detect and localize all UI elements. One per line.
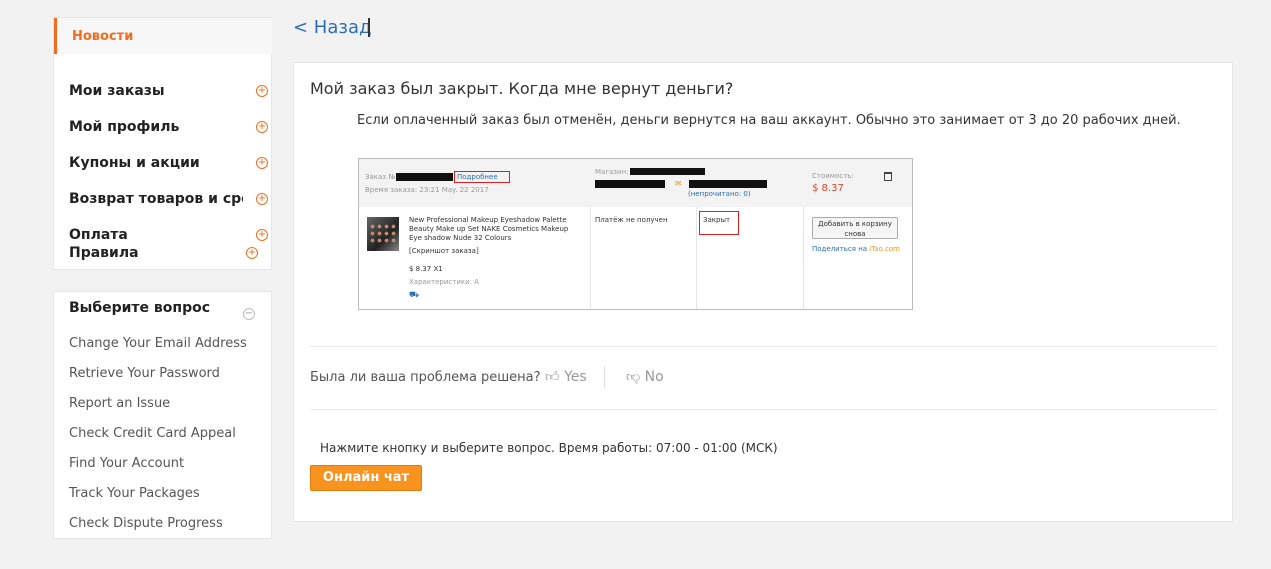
question-link[interactable]: Check Credit Card Appeal bbox=[69, 426, 236, 441]
price-quantity: $ 8.37 X1 bbox=[409, 265, 443, 273]
sidebar-item-returns[interactable]: Возврат товаров и средств + bbox=[69, 185, 269, 213]
feedback-question: Была ли ваша проблема решена? bbox=[310, 370, 541, 385]
collapse-icon[interactable]: − bbox=[243, 308, 255, 320]
unread-messages: (непрочитано: 0) bbox=[688, 190, 751, 198]
redaction-bar bbox=[595, 180, 665, 188]
thumbs-up-icon: 👍︎ bbox=[545, 369, 560, 385]
sidebar-item-label: Купоны и акции bbox=[69, 155, 200, 171]
support-hours: Нажмите кнопку и выберите вопрос. Время … bbox=[320, 441, 778, 455]
sidebar-item-label: Возврат товаров и средств bbox=[69, 191, 243, 207]
column-divider bbox=[590, 207, 591, 309]
order-time: Время заказа: 23:21 May. 22 2017 bbox=[365, 186, 489, 194]
sidebar-nav: Новости Мои заказы + Мой профиль + Купон… bbox=[53, 17, 272, 270]
store-label: Магазин: bbox=[595, 168, 629, 176]
text-cursor bbox=[368, 18, 370, 37]
palette-pattern bbox=[369, 223, 397, 243]
redaction-bar bbox=[630, 168, 705, 175]
question-list-title: Выберите вопрос bbox=[69, 300, 211, 316]
question-link[interactable]: Change Your Email Address bbox=[69, 336, 247, 351]
column-divider bbox=[803, 207, 804, 309]
payment-status: Платёж не получен bbox=[595, 216, 668, 224]
expand-icon[interactable]: + bbox=[256, 85, 268, 97]
question-link[interactable]: Track Your Packages bbox=[69, 486, 200, 501]
product-thumbnail bbox=[367, 217, 399, 251]
column-divider bbox=[696, 207, 697, 309]
cost-value: $ 8.37 bbox=[812, 183, 844, 194]
product-title: New Professional Makeup Eyeshadow Palett… bbox=[409, 216, 569, 242]
order-number-label: Заказ №: bbox=[365, 173, 398, 181]
sidebar-item-label: Правила bbox=[69, 245, 139, 261]
sidebar-item-news[interactable]: Новости bbox=[54, 18, 272, 54]
expand-icon[interactable]: + bbox=[256, 157, 268, 169]
back-link[interactable]: < Назад bbox=[293, 17, 371, 38]
snapshot-link: [Скриншот заказа] bbox=[409, 247, 479, 255]
cost-label: Стоимость: bbox=[812, 172, 854, 180]
divider bbox=[310, 409, 1217, 410]
question-link[interactable]: Retrieve Your Password bbox=[69, 366, 220, 381]
feedback-yes-label: Yes bbox=[564, 369, 587, 385]
article-answer: Если оплаченный заказ был отменён, деньг… bbox=[357, 113, 1181, 128]
question-link[interactable]: Find Your Account bbox=[69, 456, 184, 471]
redaction-bar bbox=[396, 173, 453, 181]
divider bbox=[310, 346, 1217, 347]
feedback-separator bbox=[604, 366, 605, 388]
share-link: Поделиться на iTao.com bbox=[812, 245, 900, 253]
thumbs-down-icon: 👎︎ bbox=[626, 369, 641, 385]
share-prefix: Поделиться на bbox=[812, 245, 870, 253]
article-question: Мой заказ был закрыт. Когда мне вернут д… bbox=[310, 79, 734, 98]
sidebar-item-rules-row[interactable]: Правила + bbox=[69, 239, 259, 267]
redaction-bar bbox=[689, 180, 767, 188]
order-screenshot: Заказ №: Подробнее Время заказа: 23:21 M… bbox=[358, 158, 913, 310]
expand-icon[interactable]: + bbox=[256, 193, 268, 205]
sidebar-item-profile[interactable]: Мой профиль + bbox=[69, 113, 269, 141]
add-to-cart-button: Добавить в корзину снова bbox=[812, 217, 898, 239]
order-status: Закрыт bbox=[703, 216, 731, 224]
feedback-yes-button[interactable]: 👍︎ Yes bbox=[545, 368, 587, 385]
question-link[interactable]: Report an Issue bbox=[69, 396, 170, 411]
feedback-no-button[interactable]: 👎︎ No bbox=[626, 368, 664, 385]
sidebar-item-orders[interactable]: Мои заказы + bbox=[69, 77, 269, 105]
feedback-no-label: No bbox=[644, 369, 664, 385]
details-link: Подробнее bbox=[457, 173, 498, 181]
online-chat-button[interactable]: Онлайн чат bbox=[310, 465, 422, 491]
share-site: iTao.com bbox=[869, 245, 900, 253]
trash-icon bbox=[884, 172, 892, 181]
question-list-panel: Выберите вопрос − Change Your Email Addr… bbox=[53, 291, 272, 539]
expand-icon[interactable]: + bbox=[246, 247, 258, 259]
message-icon: ✉ bbox=[675, 179, 682, 188]
tag-icon: ⛟ bbox=[409, 290, 420, 299]
article-card: Мой заказ был закрыт. Когда мне вернут д… bbox=[293, 62, 1233, 522]
expand-icon[interactable]: + bbox=[256, 121, 268, 133]
question-link[interactable]: Check Dispute Progress bbox=[69, 516, 223, 531]
sidebar-item-coupons[interactable]: Купоны и акции + bbox=[69, 149, 269, 177]
product-properties: Характеристики: A bbox=[409, 278, 480, 286]
sidebar-item-label: Мой профиль bbox=[69, 119, 180, 135]
sidebar-item-label: Мои заказы bbox=[69, 83, 165, 99]
